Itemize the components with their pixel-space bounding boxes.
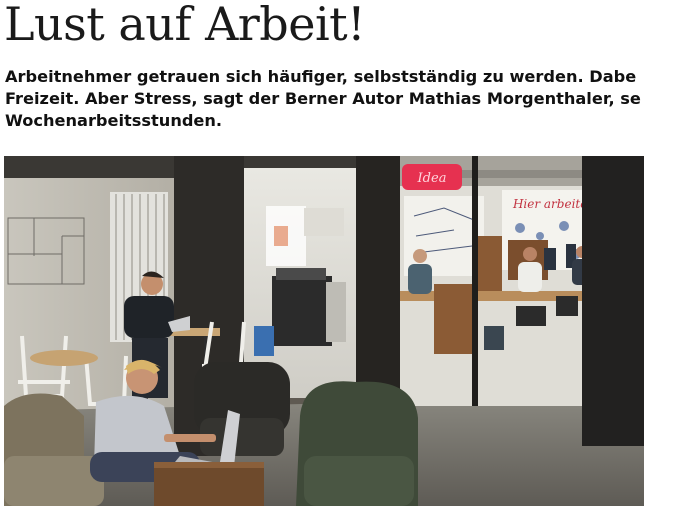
coffee-table (154, 462, 264, 506)
coworking-photo: Idea Hier arbeiten (4, 156, 644, 506)
article-lead: Arbeitnehmer getrauen sich häufiger, sel… (5, 66, 674, 132)
lead-line: Freizeit. Aber Stress, sagt der Berner A… (5, 89, 641, 108)
pillar (582, 156, 644, 446)
coworking-scene: Idea Hier arbeiten (4, 156, 644, 506)
armchair (296, 381, 418, 506)
neon-sign: Idea (402, 164, 462, 190)
neon-sign-text: Idea (417, 171, 447, 186)
side-table (30, 350, 98, 366)
pillar (356, 156, 400, 396)
lead-line: Wochenarbeitsstunden. (5, 111, 223, 130)
article-headline: Lust auf Arbeit! (4, 0, 366, 51)
lead-line: Arbeitnehmer getrauen sich häufiger, sel… (5, 67, 637, 86)
open-office-area: Idea Hier arbeiten (400, 156, 610, 406)
wooden-crate (434, 284, 474, 354)
